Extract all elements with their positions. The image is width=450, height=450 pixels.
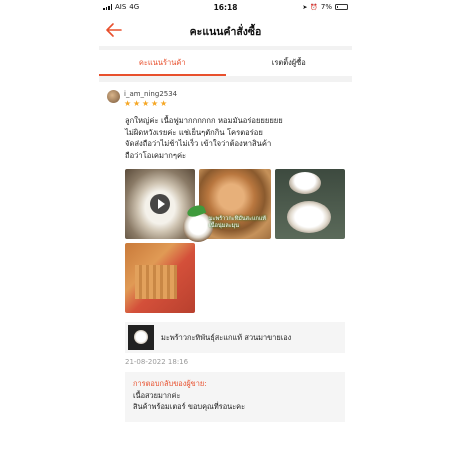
- status-bar: AIS 4G 16:18 ➤ ⏰ 7%: [99, 0, 352, 14]
- review-text: ลูกใหญ่ค่ะ เนื้อฟูมากกกกกก หอมมันอร่อยยย…: [125, 115, 345, 161]
- promo-sticker: มะพร้าวกะทิมันสะแกแท้ เนื้อนุ่มละมุน: [183, 203, 266, 246]
- phone-screen: AIS 4G 16:18 ➤ ⏰ 7% คะแนนคำสั่งซื้อ คะแน…: [99, 0, 352, 450]
- review-line: ไม่ผิดหวังเรยค่ะ แช่เย็นๆตักกิน โครตอร่อ…: [125, 127, 263, 137]
- coconut-half-image: [289, 172, 321, 194]
- star-icon: ★: [151, 99, 159, 108]
- location-icon: ➤: [302, 3, 308, 11]
- tab-bar: คะแนนร้านค้า เรตติ้งผู้ซื้อ: [99, 50, 352, 76]
- review-line: จัดส่งถือว่าไม่ช้าไม่เร็ว เข้าใจว่าต้องห…: [125, 139, 272, 149]
- review-photo-thumbnail[interactable]: [125, 243, 195, 313]
- product-name: มะพร้าวกะทิพันธุ์สะแกแท้ สวนมาขายเอง: [161, 333, 292, 342]
- review-photo-thumbnail[interactable]: [275, 169, 345, 239]
- avatar[interactable]: [107, 90, 120, 103]
- seller-reply-title: การตอบกลับของผู้ขาย:: [133, 379, 207, 388]
- promo-sticker-text: มะพร้าวกะทิมันสะแกแท้ เนื้อนุ่มละมุน: [209, 216, 266, 229]
- page-header: คะแนนคำสั่งซื้อ: [99, 14, 352, 46]
- status-right: ➤ ⏰ 7%: [302, 3, 348, 11]
- tab-shop-rating[interactable]: คะแนนร้านค้า: [99, 50, 226, 76]
- alarm-icon: ⏰: [310, 3, 318, 11]
- play-icon[interactable]: [150, 194, 170, 214]
- star-rating: ★ ★ ★ ★ ★: [124, 100, 168, 108]
- seller-reply: การตอบกลับของผู้ขาย: เนื้อสวยมากค่ะ สินค…: [125, 372, 345, 422]
- review-line: ลูกใหญ่ค่ะ เนื้อฟูมากกกกกก หอมมันอร่อยยย…: [125, 116, 283, 125]
- reviewer-username: i_am_ning2534: [124, 90, 178, 98]
- review-line: ถือว่าโอเคมากๆค่ะ: [125, 150, 187, 160]
- star-icon: ★: [124, 99, 132, 108]
- seller-reply-line: สินค้าพร้อมเตอร์ ขอบคุณที่รอนะคะ: [133, 402, 246, 411]
- tab-buyer-rating[interactable]: เรตติ้งผู้ซื้อ: [226, 50, 353, 76]
- seller-reply-body: เนื้อสวยมากค่ะ สินค้าพร้อมเตอร์ ขอบคุณที…: [133, 390, 245, 412]
- review-date: 21-08-2022 18:16: [125, 358, 189, 366]
- product-thumbnail: [128, 325, 154, 350]
- product-row[interactable]: มะพร้าวกะทิพันธุ์สะแกแท้ สวนมาขายเอง: [125, 322, 345, 353]
- battery-icon: [335, 4, 348, 10]
- page-title: คะแนนคำสั่งซื้อ: [189, 26, 262, 38]
- star-icon: ★: [142, 99, 150, 108]
- star-icon: ★: [133, 99, 141, 108]
- seller-reply-line: เนื้อสวยมากค่ะ: [133, 391, 181, 400]
- coconut-half-image: [287, 201, 331, 233]
- review-card: i_am_ning2534 ★ ★ ★ ★ ★ ลูกใหญ่ค่ะ เนื้อ…: [99, 82, 352, 450]
- battery-percent: 7%: [320, 3, 332, 11]
- package-image: [135, 265, 177, 299]
- star-icon: ★: [160, 99, 168, 108]
